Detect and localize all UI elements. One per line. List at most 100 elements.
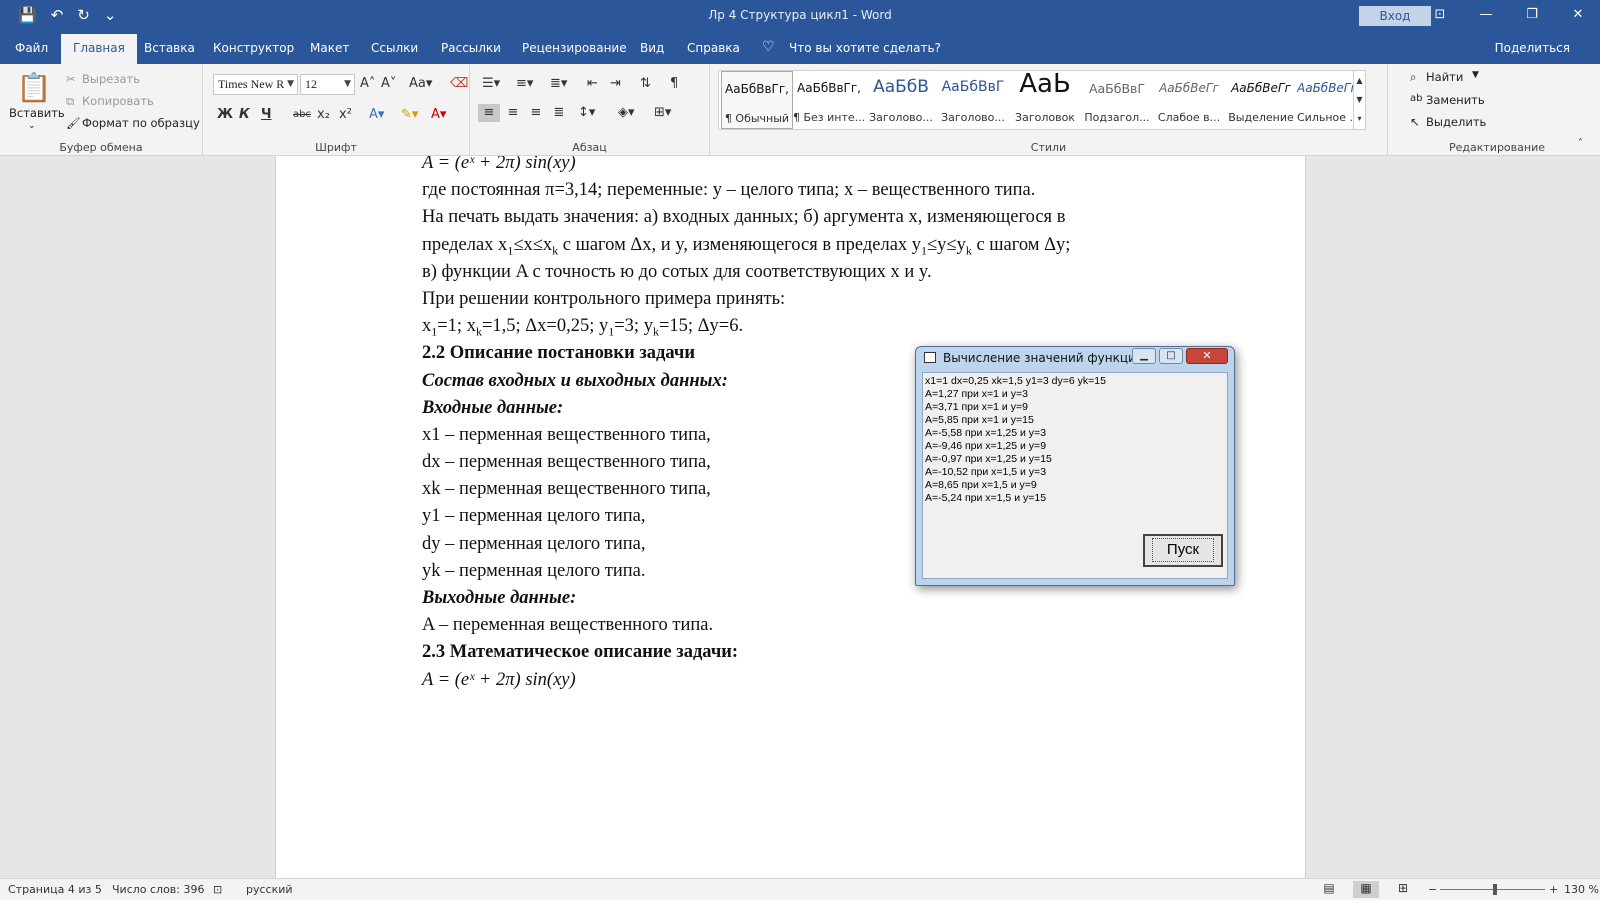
close-icon[interactable]: ✕ [1186, 348, 1228, 364]
paragraph-line: При решении контрольного примера принять… [422, 288, 786, 309]
editing-group: ⌕ Найти ▼ ab Заменить ↖ Выделить Редакти… [1394, 64, 1600, 156]
line-spacing-icon[interactable]: ↕▾ [578, 104, 595, 122]
paste-button[interactable]: Вставить [9, 106, 65, 120]
sort-icon[interactable]: ⇅ [640, 75, 651, 93]
multilevel-list-icon[interactable]: ≣▾ [550, 75, 567, 93]
language-indicator[interactable]: русский [246, 883, 293, 896]
style-title[interactable]: АаЬ Заголовок [1009, 71, 1081, 129]
web-layout-icon[interactable]: ⊞ [1390, 881, 1416, 898]
style-normal[interactable]: АаБбВвГг, ¶ Обычный [721, 71, 793, 129]
zoom-slider-handle[interactable] [1493, 884, 1497, 895]
ribbon-display-icon[interactable]: ⊡ [1425, 4, 1455, 26]
borders-icon[interactable]: ⊞▾ [654, 104, 671, 122]
shading-icon[interactable]: ◈▾ [618, 104, 635, 122]
window-icon [924, 352, 936, 363]
numbering-icon[interactable]: ≡▾ [516, 75, 533, 93]
copy-button[interactable]: Копировать [82, 94, 154, 108]
underline-button[interactable]: Ч [261, 106, 272, 124]
zoom-in-icon[interactable]: + [1549, 883, 1558, 896]
tell-me-input[interactable]: Что вы хотите сделать? [789, 41, 941, 55]
read-mode-icon[interactable]: ▤ [1316, 881, 1342, 898]
style-preview: АаБбВвГ [1088, 81, 1146, 96]
format-painter-button[interactable]: Формат по образцу [82, 116, 200, 130]
align-center-icon[interactable]: ≡ [502, 104, 524, 122]
style-preview: АаБбВеГг [1297, 81, 1353, 95]
styles-scroll-icon[interactable]: ▲ ▼ ▾ [1353, 71, 1365, 129]
style-subtitle[interactable]: АаБбВвГ Подзагол... [1081, 71, 1153, 129]
function-dialog[interactable]: Вычисление значений функции ▁ □ ✕ x1=1 d… [915, 346, 1235, 586]
tab-insert[interactable]: Вставка [144, 41, 195, 55]
collapse-ribbon-icon[interactable]: ˄ [1578, 138, 1583, 149]
highlight-icon[interactable]: ✎▾ [401, 106, 418, 124]
increase-indent-icon[interactable]: ⇥ [610, 75, 621, 93]
text-effects-icon[interactable]: A▾ [369, 106, 384, 124]
style-no-spacing[interactable]: АаБбВвГг, ¶ Без инте... [793, 71, 865, 129]
paste-icon[interactable]: 📋 [14, 70, 54, 106]
tab-review[interactable]: Рецензирование [522, 41, 627, 55]
maximize-icon[interactable]: □ [1159, 348, 1183, 364]
grow-font-icon[interactable]: A˄ [360, 75, 375, 93]
strikethrough-button[interactable]: abc [293, 106, 311, 124]
print-layout-icon[interactable]: ▦ [1353, 881, 1379, 898]
zoom-out-icon[interactable]: − [1428, 883, 1437, 896]
justify-icon[interactable]: ≣ [548, 104, 570, 122]
minimize-icon[interactable]: ▁ [1132, 348, 1156, 364]
dialog-window-buttons: ▁ □ ✕ [1132, 348, 1228, 366]
font-name-select[interactable]: Times New R ▼ [213, 74, 298, 95]
bold-button[interactable]: Ж [217, 106, 233, 124]
run-button[interactable]: Пуск [1143, 534, 1223, 567]
output-line: A=-0,97 при x=1,25 и y=15 [925, 453, 1052, 465]
clear-formatting-icon[interactable]: ⌫ [450, 75, 468, 93]
style-emphasis[interactable]: АаБбВеГг Выделение [1225, 71, 1297, 129]
style-heading-1[interactable]: АаБбВ Заголово... [865, 71, 937, 129]
italic-button[interactable]: К [239, 106, 250, 124]
font-size-select[interactable]: 12 ▼ [300, 74, 355, 95]
minimize-icon[interactable]: — [1471, 4, 1501, 26]
subscript-button[interactable]: x₂ [317, 106, 330, 124]
ribbon: 📋 Вставить ⌄ ✂ Вырезать ⧉ Копировать 🖌 Ф… [0, 64, 1600, 156]
tab-file[interactable]: Файл [15, 41, 48, 55]
cut-button[interactable]: Вырезать [82, 72, 140, 86]
change-case-icon[interactable]: Aa▾ [409, 75, 432, 93]
run-button-label: Пуск [1151, 538, 1215, 562]
restore-icon[interactable]: ❐ [1517, 4, 1547, 26]
tab-references[interactable]: Ссылки [371, 41, 418, 55]
signin-button[interactable]: Вход [1359, 6, 1431, 26]
word-count[interactable]: Число слов: 396 [112, 883, 205, 896]
zoom-level[interactable]: 130 % [1564, 883, 1599, 896]
align-right-icon[interactable]: ≡ [525, 104, 547, 122]
tab-view[interactable]: Вид [640, 41, 664, 55]
style-subtle-emphasis[interactable]: АаБбВеГг Слабое в... [1153, 71, 1225, 129]
paste-dropdown-icon[interactable]: ⌄ [28, 121, 36, 131]
style-heading-2[interactable]: АаБбВвГ Заголово... [937, 71, 1009, 129]
replace-button[interactable]: Заменить [1426, 93, 1485, 107]
font-color-icon[interactable]: A▾ [431, 106, 446, 124]
superscript-button[interactable]: x² [339, 106, 352, 124]
tab-home[interactable]: Главная [61, 34, 137, 64]
share-button[interactable]: Поделиться [1495, 41, 1570, 55]
style-preview: АаБбВ [873, 77, 929, 97]
proofing-icon[interactable]: ⊡ [213, 883, 222, 896]
tab-mailings[interactable]: Рассылки [441, 41, 501, 55]
select-button[interactable]: Выделить [1426, 115, 1486, 129]
dialog-title-bar[interactable]: Вычисление значений функции [924, 351, 1144, 365]
show-marks-icon[interactable]: ¶ [670, 75, 678, 93]
style-preview: АаБбВвГг, [725, 82, 789, 96]
close-icon[interactable]: ✕ [1563, 4, 1593, 26]
align-left-icon[interactable]: ≡ [478, 104, 500, 122]
shrink-font-icon[interactable]: A˅ [381, 75, 396, 93]
output-line: A=-5,58 при x=1,25 и y=3 [925, 427, 1047, 439]
paragraph-line: где постоянная π=3,14; переменные: y – ц… [422, 180, 1036, 201]
text-run: =1,5; Δx=0,25; y [481, 316, 609, 337]
lightbulb-icon: ♡ [762, 39, 775, 55]
decrease-indent-icon[interactable]: ⇤ [587, 75, 598, 93]
tab-layout[interactable]: Макет [310, 41, 349, 55]
tab-help[interactable]: Справка [687, 41, 740, 55]
style-label: Сильное ... [1297, 111, 1353, 124]
page-count[interactable]: Страница 4 из 5 [8, 883, 102, 896]
bullets-icon[interactable]: ☰▾ [482, 75, 500, 93]
style-intense-emphasis[interactable]: АаБбВеГг Сильное ... [1297, 71, 1353, 129]
tab-design[interactable]: Конструктор [213, 41, 294, 55]
find-button[interactable]: Найти [1426, 70, 1463, 84]
output-memo[interactable]: x1=1 dx=0,25 xk=1,5 y1=3 dy=6 yk=15 A=1,… [925, 375, 1106, 505]
